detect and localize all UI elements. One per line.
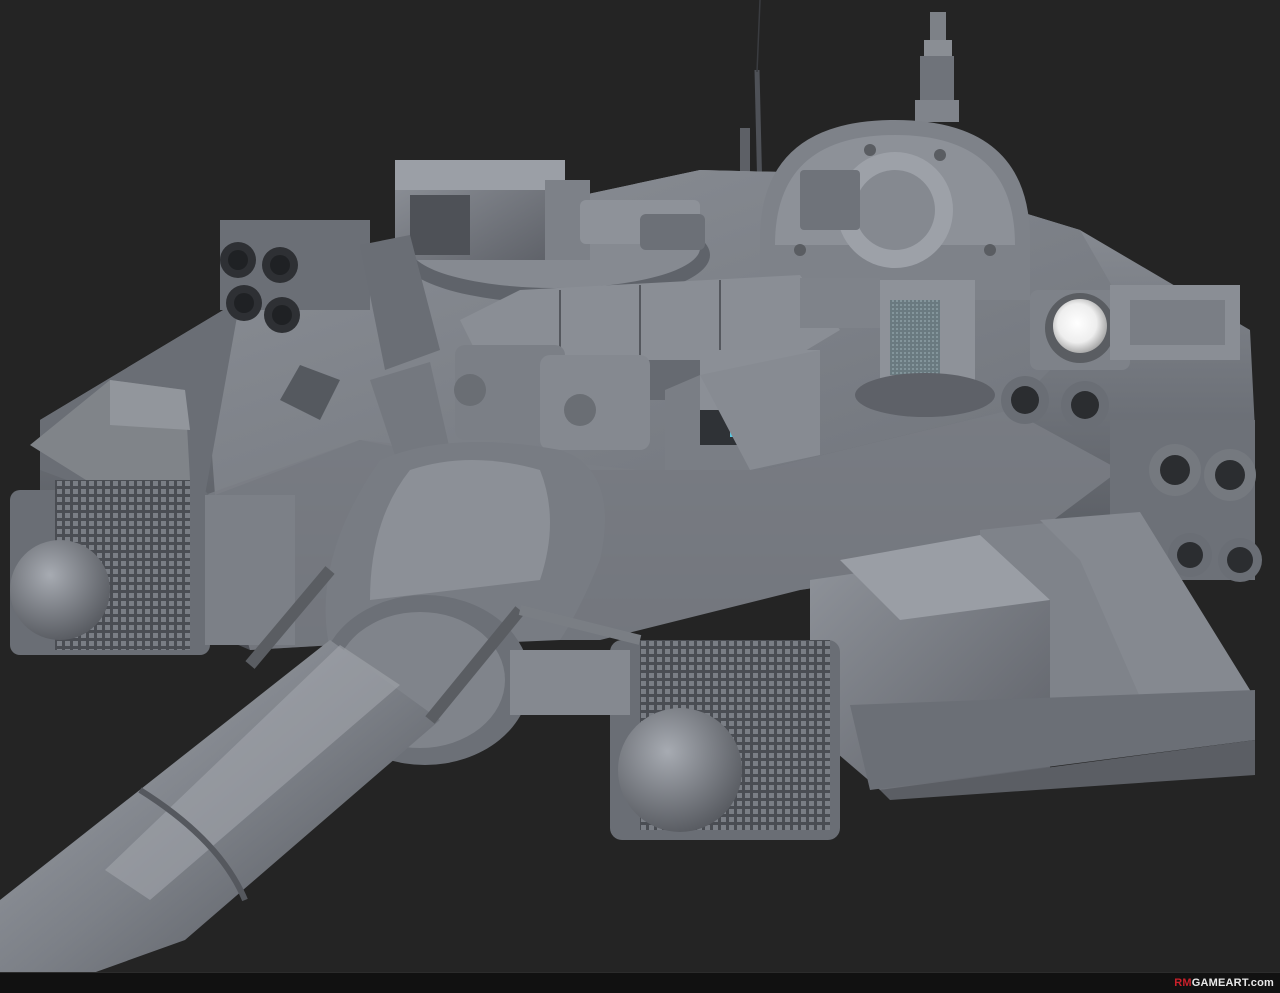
round-hatch — [760, 120, 1030, 300]
watermark: RMGAMEART.com — [1174, 977, 1274, 989]
watermark-rest: GAMEART.com — [1191, 977, 1274, 989]
sensor-mast — [915, 12, 959, 122]
antenna — [740, 0, 763, 198]
laser-jammer-left — [10, 480, 295, 655]
main-gun-barrel — [0, 640, 440, 992]
watermark-bar — [0, 972, 1280, 993]
tank-turret-render — [0, 0, 1262, 992]
laser-jammer-right — [510, 640, 840, 840]
searchlight — [1030, 285, 1240, 370]
watermark-prefix: RM — [1174, 977, 1192, 989]
